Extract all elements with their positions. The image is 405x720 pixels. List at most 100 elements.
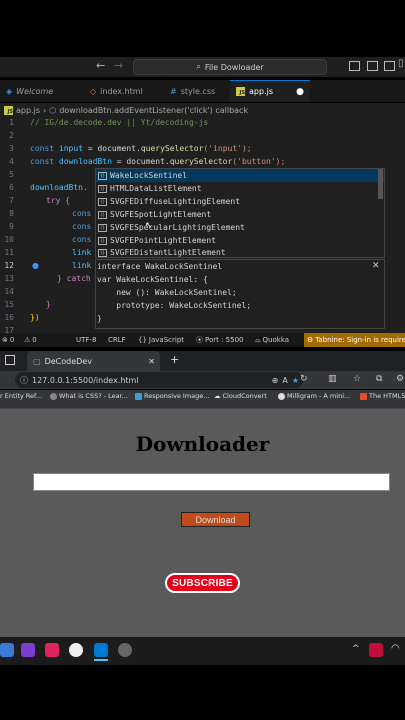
bookmark-label: Responsive Image... <box>144 392 210 400</box>
tab-index-html[interactable]: ◇ index.html <box>84 80 164 102</box>
problems-status[interactable]: ⊗ 0 <box>2 333 14 347</box>
warnings-status[interactable]: ⚠ 0 <box>24 333 37 347</box>
error-count: 0 <box>9 336 15 344</box>
command-center-search[interactable]: ⌕ File Dowloader <box>133 59 327 75</box>
extensions-icon[interactable]: ⚙ <box>396 374 404 384</box>
chevron-up-icon[interactable]: ^ <box>352 644 360 654</box>
code-line: } <box>46 300 51 309</box>
suggestion-scrollbar[interactable] <box>378 169 383 199</box>
interface-icon: {} <box>98 248 107 257</box>
tabnine-label: Tabnine: Sign-in is required <box>315 336 405 344</box>
suggestion-item[interactable]: {} SVGFESpecularLightingElement <box>96 221 384 234</box>
bookmark-label: The HTML5 <box>369 392 405 400</box>
suggestion-item[interactable]: {} SVGFESpotLightElement <box>96 208 384 221</box>
line-number: 4 <box>9 157 14 166</box>
favorite-star-icon[interactable]: ★ <box>292 376 299 385</box>
subscribe-button[interactable]: SUBSCRIBE <box>165 573 240 593</box>
download-url-input[interactable] <box>33 473 390 491</box>
line-number: 1 <box>9 118 14 127</box>
tab-style-css[interactable]: # style.css <box>164 80 230 102</box>
code-line: link <box>72 248 92 257</box>
line-number-current: 12 <box>4 261 14 270</box>
code-line: } catch ( <box>57 274 101 283</box>
breadcrumb-symbol[interactable]: downloadBtn.addEventListener('click') ca… <box>59 106 248 115</box>
tabnine-status[interactable]: ⚙ Tabnine: Sign-in is required <box>304 333 405 347</box>
taskbar <box>0 637 405 665</box>
encoding-status[interactable]: UTF-8 <box>76 333 96 347</box>
line-number: 6 <box>9 183 14 192</box>
bookmark-item[interactable]: r Entity Ref... <box>0 392 42 400</box>
code-line-button: const downloadBtn = document.querySelect… <box>30 157 286 166</box>
forward-arrow-icon[interactable]: → <box>114 59 123 72</box>
bookmark-item[interactable]: Responsive Image... <box>135 392 210 400</box>
line-number: 14 <box>4 287 14 296</box>
github-app-icon[interactable] <box>69 643 83 657</box>
unsaved-dot-icon[interactable]: ● <box>296 87 304 97</box>
html-file-icon: ◇ <box>90 86 97 96</box>
suggestion-item[interactable]: {} SVGFEDiffuseLightingElement <box>96 195 384 208</box>
music-app-icon[interactable] <box>45 643 59 657</box>
bookmark-item[interactable]: ☁ CloudConvert <box>214 392 267 400</box>
tab-label: style.css <box>180 86 216 96</box>
tray-app-icon[interactable] <box>369 643 383 657</box>
vscode-app-icon[interactable] <box>94 643 108 657</box>
collections-icon[interactable]: ⧉ <box>376 374 382 384</box>
wifi-icon[interactable]: ◠ <box>391 643 400 654</box>
breadcrumb-file[interactable]: app.js <box>16 106 40 115</box>
suggestion-item[interactable]: {} WakeLockSentinel <box>96 169 384 182</box>
quokka-status[interactable]: ⌓ Quokka <box>255 333 289 347</box>
browser-tab[interactable]: ▢ DeCodeDev ✕ <box>27 351 160 371</box>
toggle-panel-icon[interactable] <box>367 61 378 71</box>
tab-label: index.html <box>100 86 143 96</box>
suggestion-label: SVGFEDistantLightElement <box>110 248 226 257</box>
split-screen-icon[interactable]: ▥ <box>328 374 337 384</box>
bookmark-item[interactable]: The HTML5 <box>360 392 405 400</box>
back-arrow-icon[interactable]: ← <box>96 59 105 72</box>
address-bar[interactable]: ⓘ 127.0.0.1:5500/index.html ⊕ A ★ <box>15 372 303 388</box>
bookmark-item[interactable]: Milligram - A mini... <box>278 392 350 400</box>
code-line: }) <box>30 313 40 322</box>
browser-app-icon[interactable] <box>0 643 14 657</box>
interface-icon: {} <box>98 236 107 245</box>
customize-layout-icon[interactable]: ▯ <box>398 58 404 69</box>
tab-app-js[interactable]: JS app.js ● <box>230 80 310 102</box>
tab-label: Welcome <box>16 86 54 96</box>
method-icon: ⬡ <box>49 105 57 115</box>
image-icon <box>135 392 142 400</box>
read-aloud-icon[interactable]: A <box>282 376 287 385</box>
suggestion-item[interactable]: {} SVGFEDistantLightElement <box>96 246 384 259</box>
download-button[interactable]: Download <box>181 512 250 527</box>
favorites-icon[interactable]: ☆ <box>353 374 361 384</box>
live-server-status[interactable]: ⦿ Port : 5500 <box>196 333 244 347</box>
lightbulb-icon[interactable]: ● <box>32 261 39 270</box>
toggle-secondary-sidebar-icon[interactable] <box>384 61 395 71</box>
globe-icon <box>50 392 57 400</box>
suggestion-label: HTMLDataListElement <box>110 184 202 193</box>
tab-actions-icon[interactable] <box>5 355 15 365</box>
refresh-icon[interactable]: ↻ <box>300 374 308 384</box>
js-file-icon: JS <box>4 105 13 115</box>
suggestion-item[interactable]: {} HTMLDataListElement <box>96 182 384 195</box>
line-number: 13 <box>4 274 14 283</box>
bookmark-item[interactable]: What is CSS? - Lear... <box>50 392 128 400</box>
toggle-sidebar-icon[interactable] <box>349 61 360 71</box>
code-line: try { <box>46 196 71 205</box>
hover-line: interface WakeLockSentinel <box>97 262 223 271</box>
hover-line: prototype: WakeLockSentinel; <box>97 301 252 310</box>
tab-welcome[interactable]: ◈ Welcome <box>0 80 84 102</box>
code-line: link <box>72 261 92 270</box>
hover-line: } <box>97 314 102 323</box>
eol-status[interactable]: CRLF <box>108 333 126 347</box>
code-line: cons <box>72 235 92 244</box>
close-tab-icon[interactable]: ✕ <box>148 357 155 366</box>
css-file-icon: # <box>170 86 177 96</box>
language-status[interactable]: {} JavaScript <box>138 333 184 347</box>
site-info-icon[interactable]: ⓘ <box>20 375 28 386</box>
onenote-app-icon[interactable] <box>21 643 35 657</box>
code-line: cons <box>72 222 92 231</box>
zoom-icon[interactable]: ⊕ <box>272 376 279 385</box>
obs-app-icon[interactable] <box>118 643 132 657</box>
close-icon[interactable]: ✕ <box>372 261 380 271</box>
new-tab-icon[interactable]: + <box>170 353 179 366</box>
bookmark-label: What is CSS? - Lear... <box>59 392 128 400</box>
